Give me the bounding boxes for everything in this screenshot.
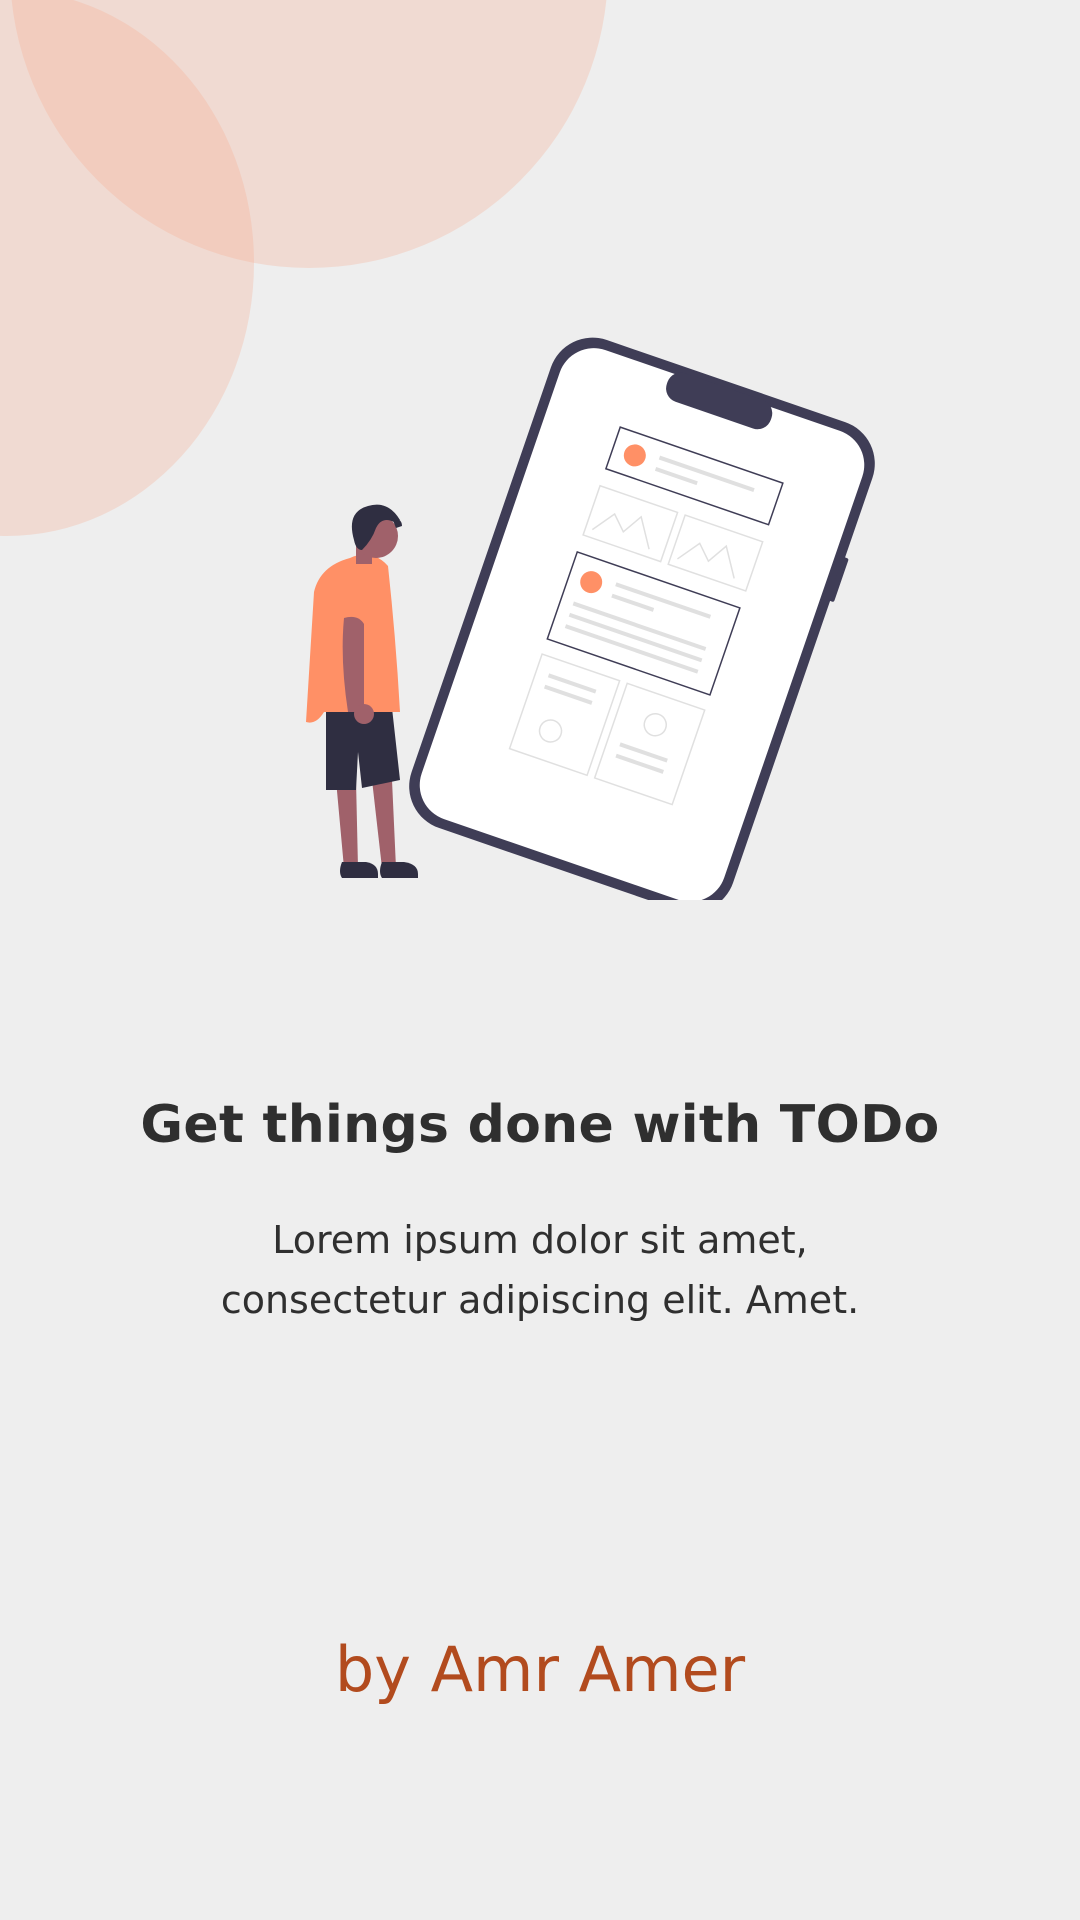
person-looking-at-phone-illustration	[306, 337, 875, 900]
phone-illustration	[409, 337, 875, 900]
onboarding-title: Get things done with TODo	[140, 1095, 940, 1155]
author-credit: by Amr Amer	[334, 1633, 746, 1706]
onboarding-description: Lorem ipsum dolor sit amet, consectetur …	[220, 1218, 860, 1322]
onboarding-screen: Get things done with TODo Lorem ipsum do…	[0, 0, 1080, 1920]
person-illustration	[306, 504, 418, 878]
